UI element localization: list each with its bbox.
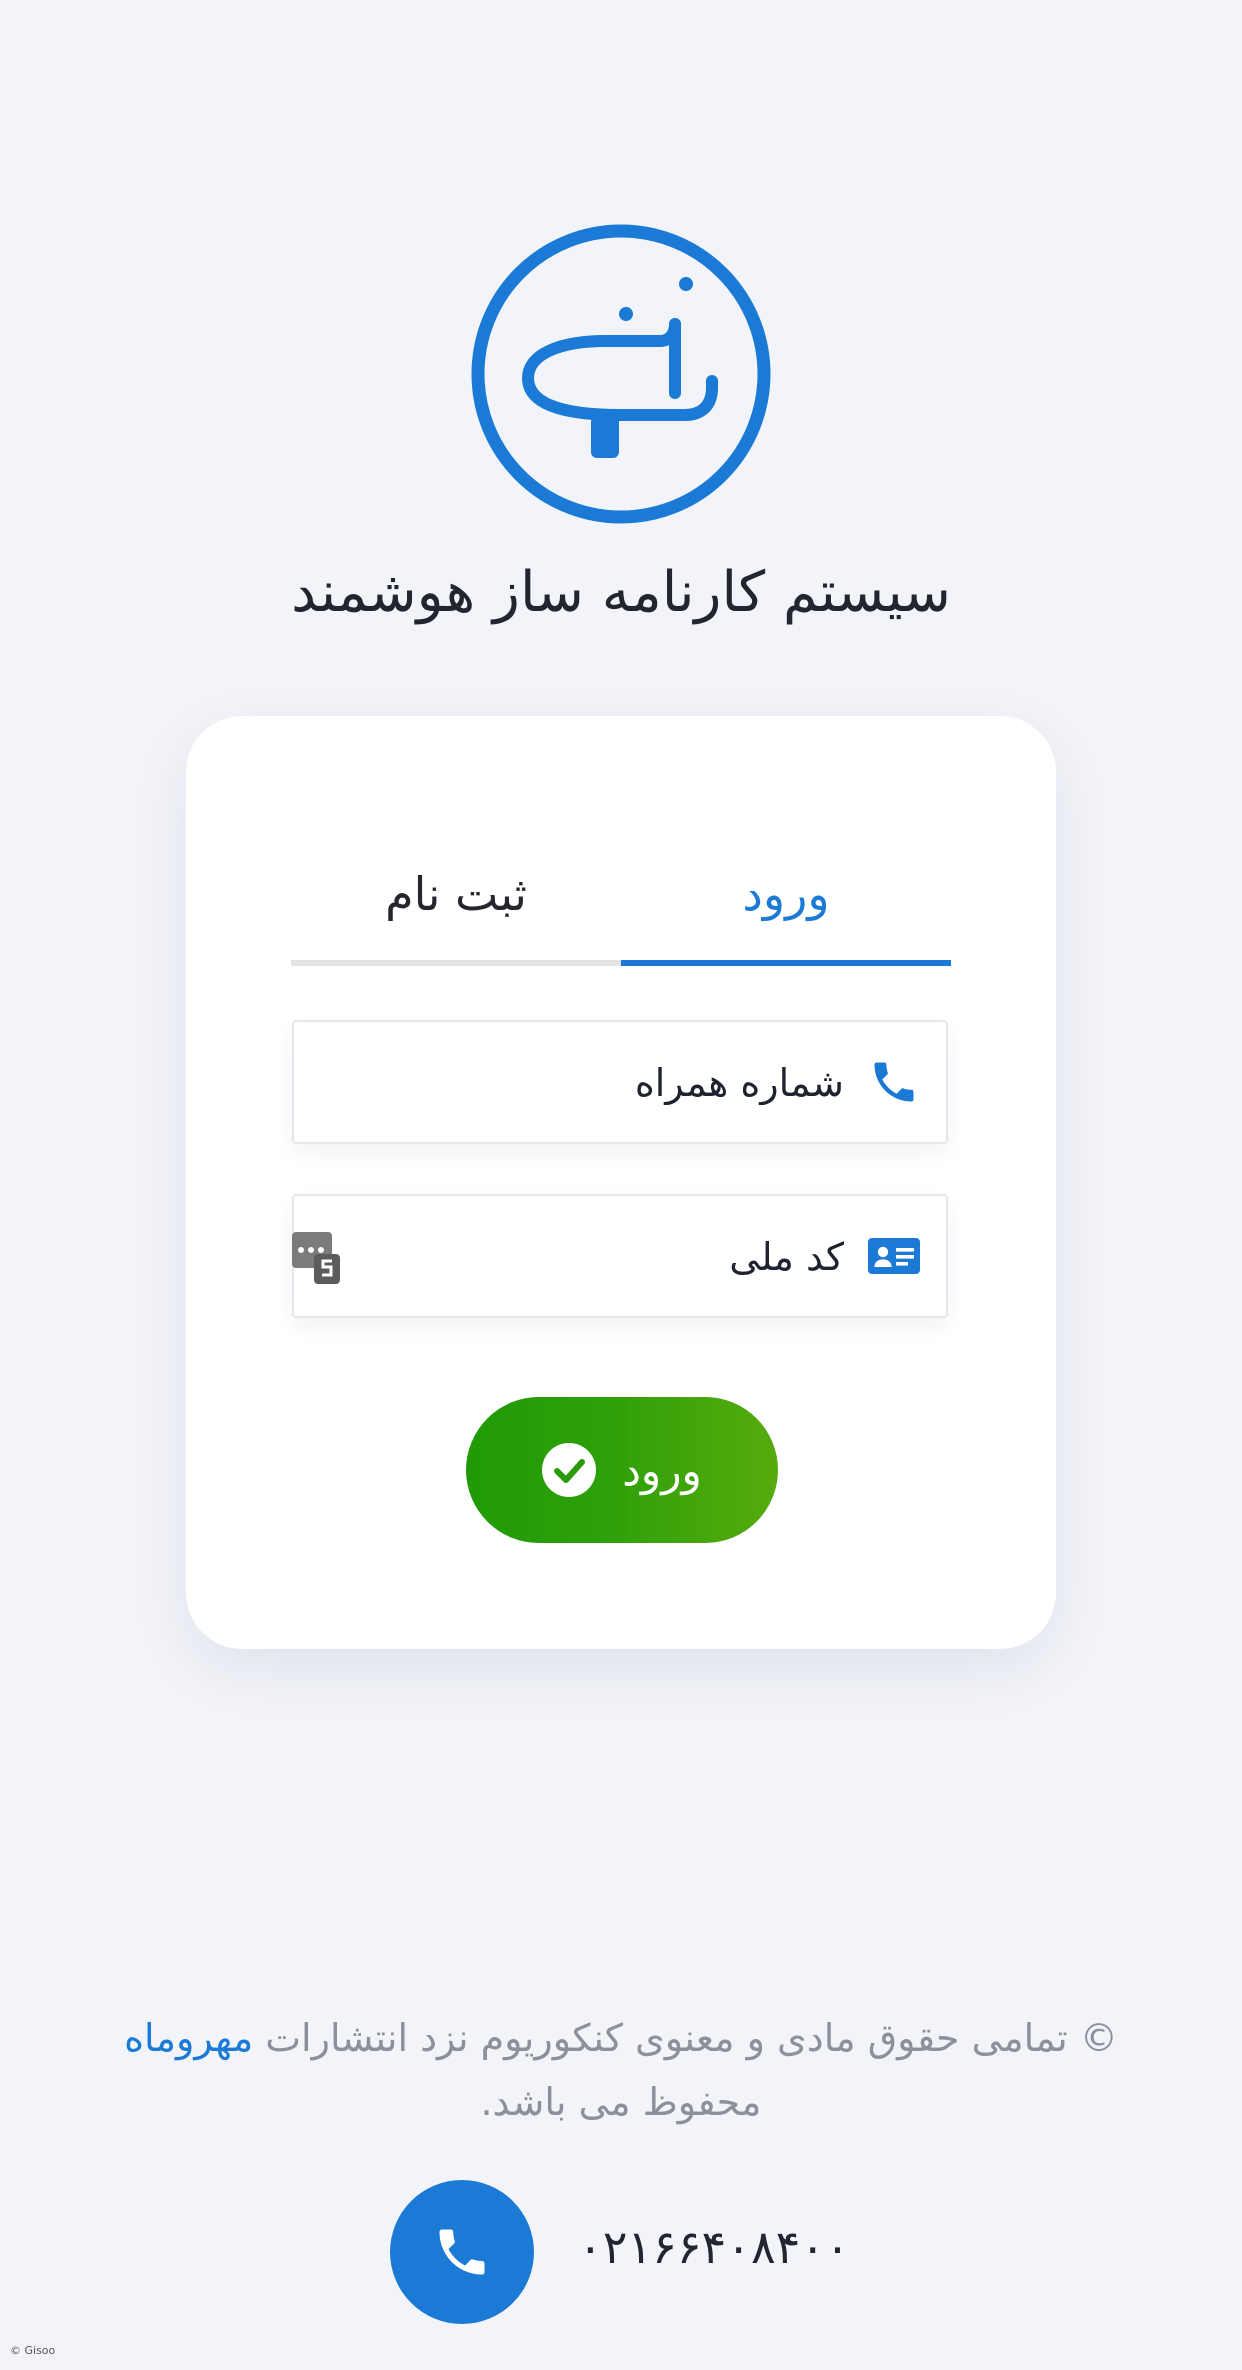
support-phone-number: ۰۲۱۶۶۴۰۸۴۰۰ xyxy=(578,2220,850,2274)
auth-tabs: ورود ثبت نام xyxy=(291,816,951,966)
credit-text: © Gisoo xyxy=(10,2344,56,2357)
national-code-field xyxy=(292,1194,948,1318)
phone-field xyxy=(292,1020,948,1144)
login-card: ورود ثبت نام ورود xyxy=(186,716,1056,1649)
copyright-notice: © تمامی حقوق مادی و معنوی کنکوریوم نزد ا… xyxy=(60,2006,1182,2134)
page-title: سیستم کارنامه ساز هوشمند xyxy=(291,560,951,625)
phone-icon xyxy=(439,2229,485,2275)
tab-register[interactable]: ثبت نام xyxy=(291,816,621,966)
check-circle-icon xyxy=(542,1443,597,1497)
app-logo xyxy=(471,224,771,524)
phone-input[interactable] xyxy=(342,1044,846,1122)
call-button[interactable] xyxy=(390,2180,534,2324)
id-card-icon xyxy=(868,1238,920,1274)
login-button-label: ورود xyxy=(622,1445,702,1495)
tab-login[interactable]: ورود xyxy=(621,816,951,966)
autofill-extension-icon[interactable] xyxy=(292,1232,342,1286)
phone-icon xyxy=(874,1062,914,1102)
national-code-input[interactable] xyxy=(342,1218,846,1296)
login-button[interactable]: ورود xyxy=(466,1397,778,1543)
copyright-suffix: محفوظ می باشد. xyxy=(480,2080,762,2124)
publisher-link[interactable]: مهروماه xyxy=(124,2016,253,2060)
copyright-text: © تمامی حقوق مادی و معنوی کنکوریوم نزد ا… xyxy=(265,2016,1118,2060)
